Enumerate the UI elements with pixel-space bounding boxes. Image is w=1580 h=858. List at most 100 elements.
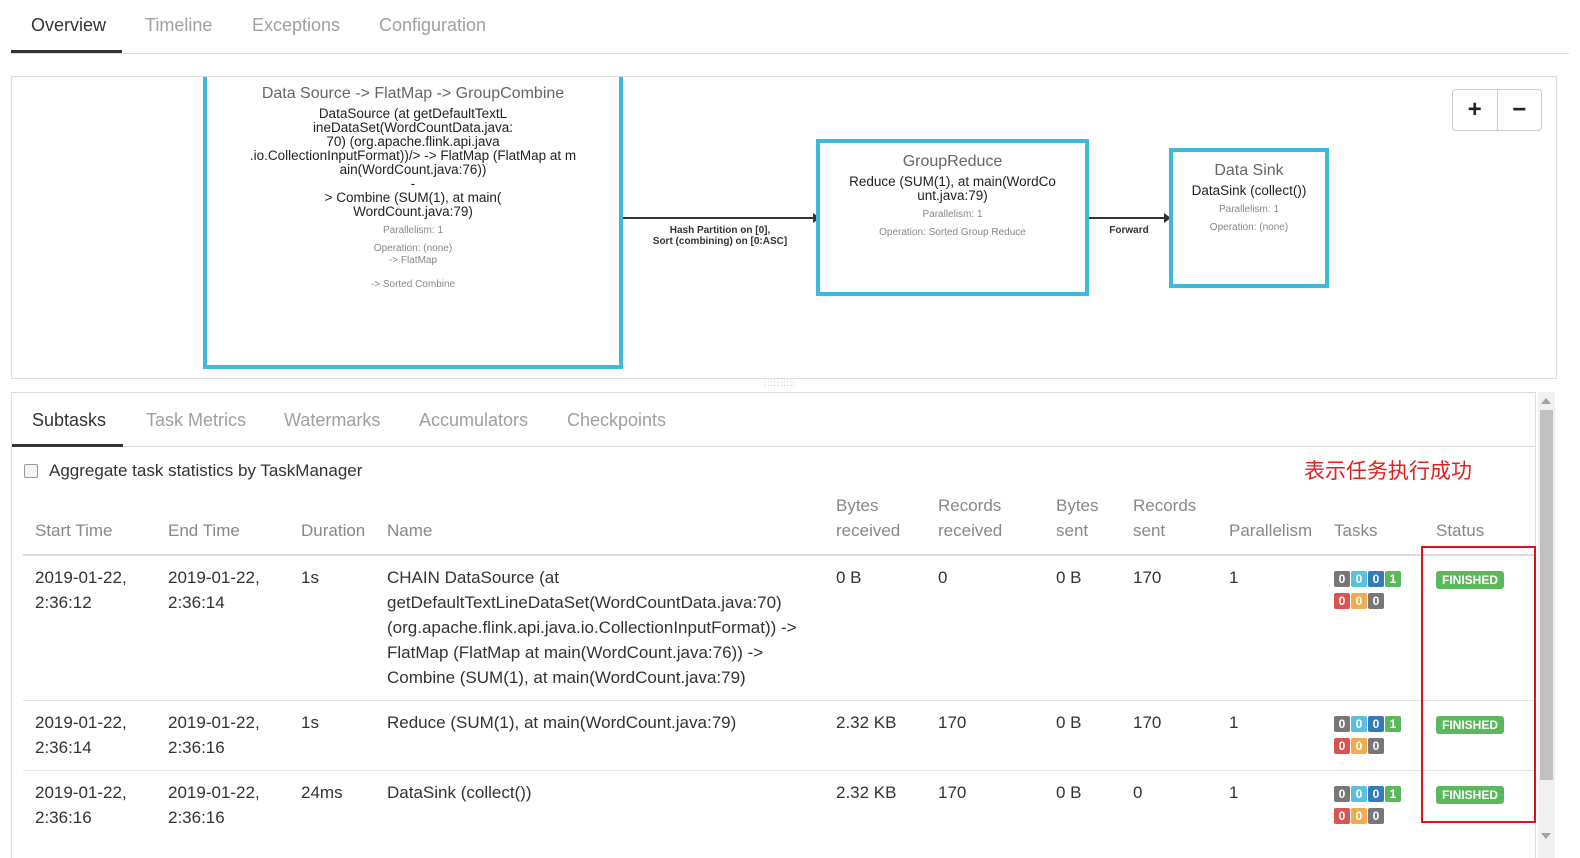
task-count-canceled: 0 (1368, 738, 1384, 754)
active-tab-indicator (11, 50, 122, 53)
tab-overview[interactable]: Overview (31, 15, 106, 36)
col-parallelism[interactable]: Parallelism (1229, 518, 1312, 543)
status-highlight-box (1421, 546, 1536, 823)
row-divider (23, 700, 1535, 701)
edge-label: Hash Partition on [0], Sort (combining) … (652, 225, 788, 247)
task-count-running: 0 (1368, 716, 1384, 732)
header-divider (23, 554, 1535, 556)
cell-records-received: 0 (938, 568, 948, 587)
task-count-failed: 0 (1334, 808, 1350, 824)
plan-node-datasink[interactable]: Data Sink DataSink (collect()) Paralleli… (1169, 148, 1329, 288)
tab-accumulators[interactable]: Accumulators (419, 410, 528, 431)
annotation-text: 表示任务执行成功 (1304, 459, 1472, 483)
task-count-canceling: 0 (1351, 808, 1367, 824)
task-count-finished: 1 (1385, 716, 1401, 732)
task-count-canceled: 0 (1368, 593, 1384, 609)
tab-watermarks[interactable]: Watermarks (284, 410, 380, 431)
plan-node-groupreduce[interactable]: GroupReduce Reduce (SUM(1), at main(Word… (816, 139, 1089, 296)
cell-parallelism: 1 (1229, 783, 1239, 802)
cell-end-time: 2019-01-22, 2:36:16 (168, 783, 260, 827)
job-plan-canvas[interactable]: Data Source -> FlatMap -> GroupCombine D… (11, 76, 1557, 379)
node-title: Data Source -> FlatMap -> GroupCombine (261, 85, 565, 102)
active-tab-indicator (12, 444, 123, 447)
task-count-scheduled: 0 (1351, 716, 1367, 732)
cell-bytes-received: 0 B (836, 568, 862, 587)
tab-exceptions[interactable]: Exceptions (252, 15, 340, 36)
aggregate-by-taskmanager-toggle[interactable]: Aggregate task statistics by TaskManager (24, 461, 362, 481)
col-bytes-received[interactable]: Bytes received (836, 493, 900, 543)
node-description: Reduce (SUM(1), at main(WordCo unt.java:… (849, 174, 1056, 203)
node-parallelism: Parallelism: 1 (382, 225, 444, 236)
tab-checkpoints[interactable]: Checkpoints (567, 410, 666, 431)
task-count-finished: 1 (1385, 786, 1401, 802)
cell-bytes-sent: 0 B (1056, 713, 1082, 732)
task-count-failed: 0 (1334, 593, 1350, 609)
col-records-sent[interactable]: Records sent (1133, 493, 1196, 543)
cell-bytes-received: 2.32 KB (836, 783, 897, 802)
cell-records-received: 170 (938, 783, 967, 802)
node-title: GroupReduce (902, 153, 1003, 170)
edge-label: Forward (1109, 225, 1149, 236)
aggregate-checkbox[interactable] (24, 464, 38, 478)
cell-name: CHAIN DataSource (at getDefaultTextLineD… (387, 568, 797, 687)
scroll-up-icon[interactable] (1541, 398, 1551, 404)
vertex-detail-panel: Subtasks Task Metrics Watermarks Accumul… (11, 392, 1536, 858)
plan-node-datasource[interactable]: Data Source -> FlatMap -> GroupCombine D… (203, 77, 623, 369)
task-count-canceling: 0 (1351, 738, 1367, 754)
cell-name: DataSink (collect()) (387, 783, 532, 802)
task-status-counts: 0 0 0 1 0 0 0 (1334, 571, 1410, 615)
task-count-canceling: 0 (1351, 593, 1367, 609)
tab-task-metrics[interactable]: Task Metrics (146, 410, 246, 431)
cell-records-sent: 170 (1133, 568, 1162, 587)
tab-timeline[interactable]: Timeline (145, 15, 212, 36)
scroll-down-icon[interactable] (1541, 833, 1551, 839)
col-duration[interactable]: Duration (301, 518, 365, 543)
node-operation: Operation: Sorted Group Reduce (879, 227, 1026, 238)
cell-bytes-received: 2.32 KB (836, 713, 897, 732)
cell-name: Reduce (SUM(1), at main(WordCount.java:7… (387, 713, 737, 732)
panel-resize-handle[interactable]: :::::::::: (764, 381, 804, 387)
cell-duration: 1s (301, 568, 319, 587)
plan-edge-forward (1089, 213, 1171, 223)
node-parallelism: Parallelism: 1 (922, 209, 983, 220)
col-tasks[interactable]: Tasks (1334, 518, 1377, 543)
tab-configuration[interactable]: Configuration (379, 15, 486, 36)
cell-parallelism: 1 (1229, 713, 1239, 732)
col-start-time[interactable]: Start Time (35, 518, 112, 543)
task-count-finished: 1 (1385, 571, 1401, 587)
cell-records-sent: 170 (1133, 713, 1162, 732)
zoom-out-button[interactable]: − (1496, 90, 1542, 130)
tab-subtasks[interactable]: Subtasks (32, 410, 106, 431)
task-count-scheduled: 0 (1351, 786, 1367, 802)
task-status-counts: 0 0 0 1 0 0 0 (1334, 716, 1410, 760)
col-name[interactable]: Name (387, 518, 432, 543)
task-count-running: 0 (1368, 571, 1384, 587)
aggregate-label: Aggregate task statistics by TaskManager (49, 461, 363, 480)
task-count-created: 0 (1334, 716, 1350, 732)
row-divider (23, 770, 1535, 771)
scrollbar-thumb[interactable] (1540, 410, 1553, 780)
col-bytes-sent[interactable]: Bytes sent (1056, 493, 1099, 543)
task-count-scheduled: 0 (1351, 571, 1367, 587)
node-description: DataSource (at getDefaultTextL ineDataSe… (249, 106, 577, 219)
col-status[interactable]: Status (1436, 518, 1484, 543)
node-operation: Operation: (none) -> FlatMap -> Sorted C… (370, 243, 456, 290)
cell-bytes-sent: 0 B (1056, 783, 1082, 802)
cell-duration: 1s (301, 713, 319, 732)
cell-start-time: 2019-01-22, 2:36:16 (35, 783, 127, 827)
cell-duration: 24ms (301, 783, 343, 802)
cell-parallelism: 1 (1229, 568, 1239, 587)
node-title: Data Sink (1214, 162, 1284, 179)
cell-records-sent: 0 (1133, 783, 1143, 802)
task-status-counts: 0 0 0 1 0 0 0 (1334, 786, 1410, 830)
zoom-controls: + − (1452, 89, 1542, 131)
col-records-received[interactable]: Records received (938, 493, 1002, 543)
node-description: DataSink (collect()) (1191, 183, 1307, 198)
task-count-running: 0 (1368, 786, 1384, 802)
col-end-time[interactable]: End Time (168, 518, 240, 543)
zoom-in-button[interactable]: + (1453, 90, 1497, 130)
sub-tab-bar: Subtasks Task Metrics Watermarks Accumul… (12, 393, 1535, 447)
cell-start-time: 2019-01-22, 2:36:14 (35, 713, 127, 757)
task-count-created: 0 (1334, 786, 1350, 802)
task-count-created: 0 (1334, 571, 1350, 587)
